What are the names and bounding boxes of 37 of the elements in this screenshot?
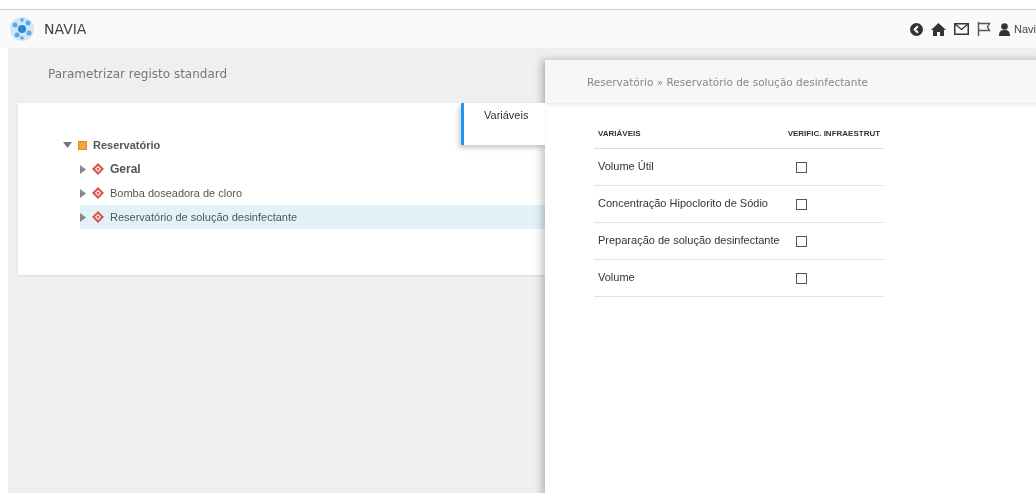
app-title: NAVIA [44,19,87,39]
tree-row[interactable]: Reservatório de solução desinfectante [80,205,545,229]
column-header: VERIFIC. INFRAESTRUT [783,120,885,148]
collapse-caret-icon[interactable] [63,142,72,148]
checkbox[interactable] [795,272,807,284]
tree-label: Geral [110,161,141,178]
expand-caret-icon[interactable] [80,212,86,222]
diamond-icon [92,163,104,175]
expand-caret-icon[interactable] [80,164,86,174]
tree-label: Reservatório [93,137,161,153]
flag-icon[interactable] [977,22,991,36]
logo-icon [8,15,36,43]
column-header: VARIÁVEIS [594,120,784,148]
user-name[interactable]: Navi [1014,20,1036,38]
table-cell: Concentração Hipoclorito de Sódio [594,185,784,222]
tree-row[interactable]: Geral [80,157,145,181]
tree-row[interactable]: Reservatório [63,133,165,157]
square-icon [78,140,87,150]
expand-caret-icon[interactable] [80,188,86,198]
table-cell: Volume [594,259,784,296]
variables-tab[interactable]: Variáveis [461,103,545,145]
checkbox[interactable] [795,161,807,173]
mail-icon[interactable] [954,23,969,35]
home-icon[interactable] [931,22,946,36]
tree-label: Bomba doseadora de cloro [110,185,243,201]
tree-label: Reservatório de solução desinfectante [110,209,298,225]
breadcrumb: Reservatório » Reservatório de solução desinfectante [545,60,1036,103]
table-cell: Preparação de solução desinfectante [594,222,784,259]
tree-row[interactable]: Bomba doseadora de cloro [80,181,247,205]
checkbox[interactable] [795,198,807,210]
checkbox[interactable] [795,235,807,247]
diamond-icon [92,211,104,223]
table-cell: Volume Útil [594,148,784,185]
diamond-icon [92,187,104,199]
user-icon[interactable] [999,22,1010,36]
page-title: Parametrizar registo standard [48,66,228,83]
back-icon[interactable] [910,22,923,36]
